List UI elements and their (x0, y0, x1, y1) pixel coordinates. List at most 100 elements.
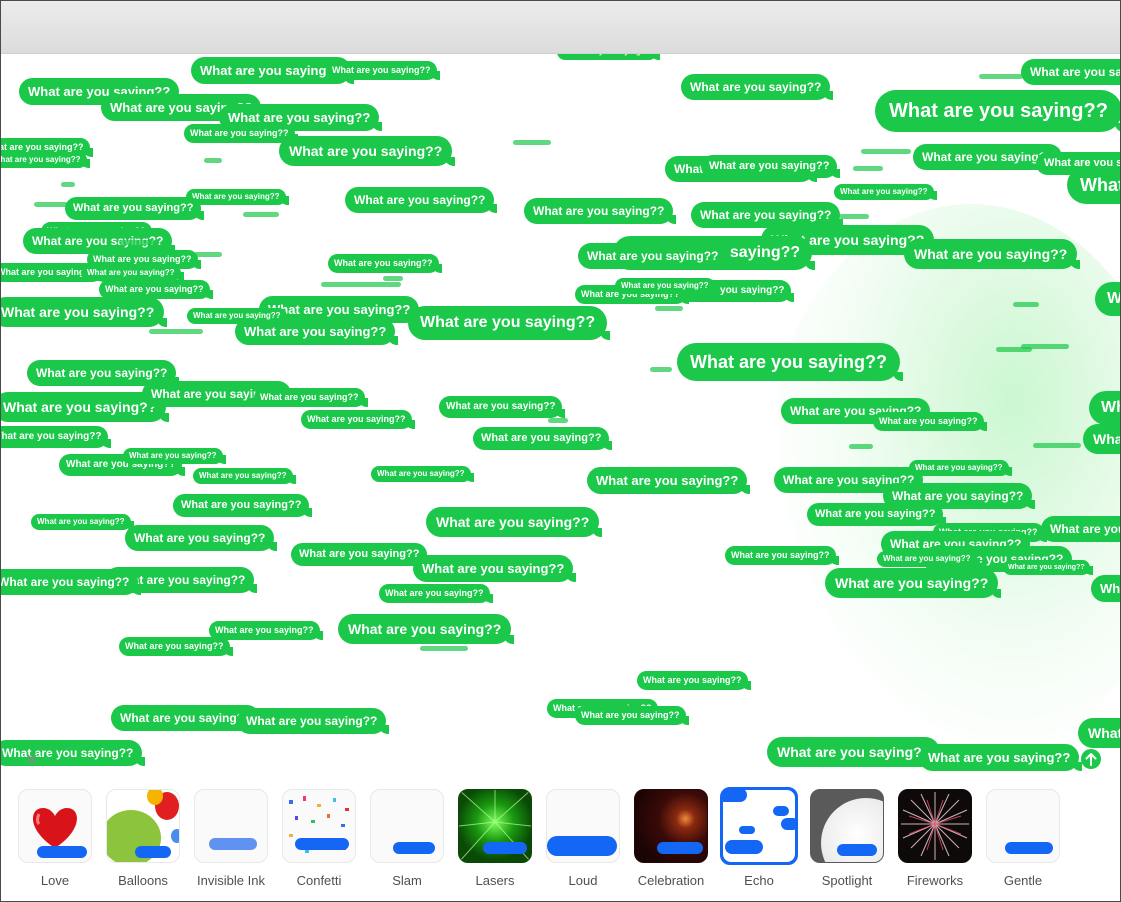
effect-thumbnail (458, 789, 532, 863)
message-bubble: What are you saying?? (31, 514, 134, 530)
effect-confetti[interactable]: Confetti (282, 789, 356, 899)
effect-slam[interactable]: Slam (370, 789, 444, 899)
message-bubble: What are you saying?? (301, 410, 415, 429)
message-bubble: What are you saying?? (873, 412, 987, 431)
tiny-message-bubble (839, 214, 869, 219)
tiny-message-bubble (861, 149, 911, 154)
message-bubble: What are you saying?? (834, 184, 937, 200)
effect-gentle[interactable]: Gentle (986, 789, 1060, 899)
effect-label: Lasers (475, 873, 515, 888)
send-button[interactable] (1081, 749, 1101, 769)
effect-label: Confetti (296, 873, 342, 888)
tiny-message-bubble (34, 202, 68, 207)
tiny-message-bubble (1033, 443, 1081, 448)
message-bubble: What are you saying?? (1091, 575, 1120, 602)
tiny-message-bubble (1013, 302, 1039, 307)
message-bubble: What are you saying?? (1041, 516, 1120, 542)
message-bubble: What are you saying?? (119, 637, 233, 656)
message-bubble: What are you saying?? (1003, 560, 1093, 575)
message-bubble: What are you saying?? (184, 124, 298, 143)
tiny-message-bubble (194, 252, 222, 257)
screen-effects-bar: Love Balloons Invisible Ink Confetti Sla… (1, 785, 1120, 901)
message-bubble: What are you saying?? (328, 254, 442, 273)
message-bubble: What are you saying?? (807, 503, 947, 526)
message-bubble: What are you saying?? (279, 136, 456, 166)
message-bubble: What are you saying?? (473, 427, 613, 450)
tiny-message-bubble (204, 158, 222, 163)
message-bubble: What are you saying?? (677, 343, 904, 381)
message-bubble: What are you saying?? (904, 239, 1081, 269)
confetti-icon (289, 796, 349, 853)
arrow-up-icon (1085, 753, 1097, 766)
effect-celebration[interactable]: Celebration (634, 789, 708, 899)
message-bubble: What are you saying?? (575, 706, 689, 725)
effect-thumbnail (106, 789, 180, 863)
effect-preview-area: What are you saying?? What are you saying… (1, 54, 1120, 784)
effect-thumbnail (898, 789, 972, 863)
effect-lasers[interactable]: Lasers (458, 789, 532, 899)
message-bubble: What are you saying?? (1021, 59, 1120, 85)
effect-thumbnail (810, 789, 884, 863)
effect-thumbnail (18, 789, 92, 863)
tiny-message-bubble (650, 367, 672, 372)
effect-thumbnail (546, 789, 620, 863)
message-bubble: What are you saying?? (877, 551, 980, 567)
tiny-message-bubble (548, 418, 568, 423)
fireworks-icon (901, 792, 969, 860)
tiny-message-bubble (1021, 344, 1069, 349)
tiny-message-bubble (979, 74, 1023, 79)
message-bubble: What are you saying?? (254, 388, 368, 407)
effect-label: Fireworks (906, 873, 964, 888)
message-bubble: What are you saying?? (637, 671, 751, 690)
message-bubble: What are you saying?? (209, 621, 323, 640)
message-bubble: What are you saying?? (371, 466, 474, 482)
message-bubble: What are you saying?? (186, 189, 289, 205)
message-bubble: What are you saying?? (1078, 718, 1120, 748)
effect-invisible-ink[interactable]: Invisible Ink (194, 789, 268, 899)
message-bubble: What are you saying?? (578, 243, 731, 269)
effect-spotlight[interactable]: Spotlight (810, 789, 884, 899)
message-bubble: What are you saying?? (875, 90, 1120, 132)
effect-fireworks[interactable]: Fireworks (898, 789, 972, 899)
tiny-message-bubble (420, 646, 468, 651)
message-bubble: What are you saying?? (1, 152, 90, 168)
effect-thumbnail (634, 789, 708, 863)
message-bubble: What are you saying?? (123, 448, 226, 464)
effect-thumbnail (986, 789, 1060, 863)
effect-label: Gentle (1003, 873, 1043, 888)
message-bubble: What are you saying?? (767, 737, 944, 767)
message-bubble: What are you saying?? (326, 61, 440, 80)
tiny-message-bubble (853, 166, 883, 171)
message-bubble: What are you saying?? (81, 265, 184, 281)
tiny-message-bubble (513, 140, 551, 145)
message-bubble: What are you saying?? (125, 525, 278, 551)
effect-love[interactable]: Love (18, 789, 92, 899)
effect-balloons[interactable]: Balloons (106, 789, 180, 899)
effect-loud[interactable]: Loud (546, 789, 620, 899)
effect-label: Spotlight (821, 873, 873, 888)
effect-thumbnail (720, 787, 798, 865)
effect-label: Loud (568, 873, 598, 888)
message-bubble: What are you saying?? (65, 197, 205, 220)
message-bubble: What are you saying?? (1, 426, 112, 448)
message-bubble: What are you saying?? (408, 306, 611, 340)
message-bubble: What are you saying?? (291, 543, 431, 566)
message-bubble: What are you saying?? (237, 708, 390, 734)
messages-window: What are you saying?? What are you saying… (0, 0, 1121, 902)
message-bubble: What are you saying?? (524, 198, 677, 224)
effect-thumbnail (282, 789, 356, 863)
effect-label: Invisible Ink (197, 873, 265, 888)
effect-thumbnail (370, 789, 444, 863)
message-bubble: What are you saying?? (439, 396, 566, 418)
tiny-message-bubble (321, 282, 401, 287)
effect-label: Echo (744, 873, 774, 888)
message-bubble: What are you saying?? (615, 278, 718, 294)
message-bubble: What are you saying?? (701, 155, 841, 178)
tiny-message-bubble (119, 240, 159, 245)
echo-icon (723, 790, 795, 862)
message-bubble: What are you saying?? (557, 54, 660, 60)
message-bubble: What are you saying?? (587, 467, 751, 494)
effect-echo[interactable]: Echo (720, 787, 798, 899)
close-icon[interactable]: ✕ (23, 751, 41, 769)
message-bubble: What are you saying?? (1083, 424, 1120, 454)
